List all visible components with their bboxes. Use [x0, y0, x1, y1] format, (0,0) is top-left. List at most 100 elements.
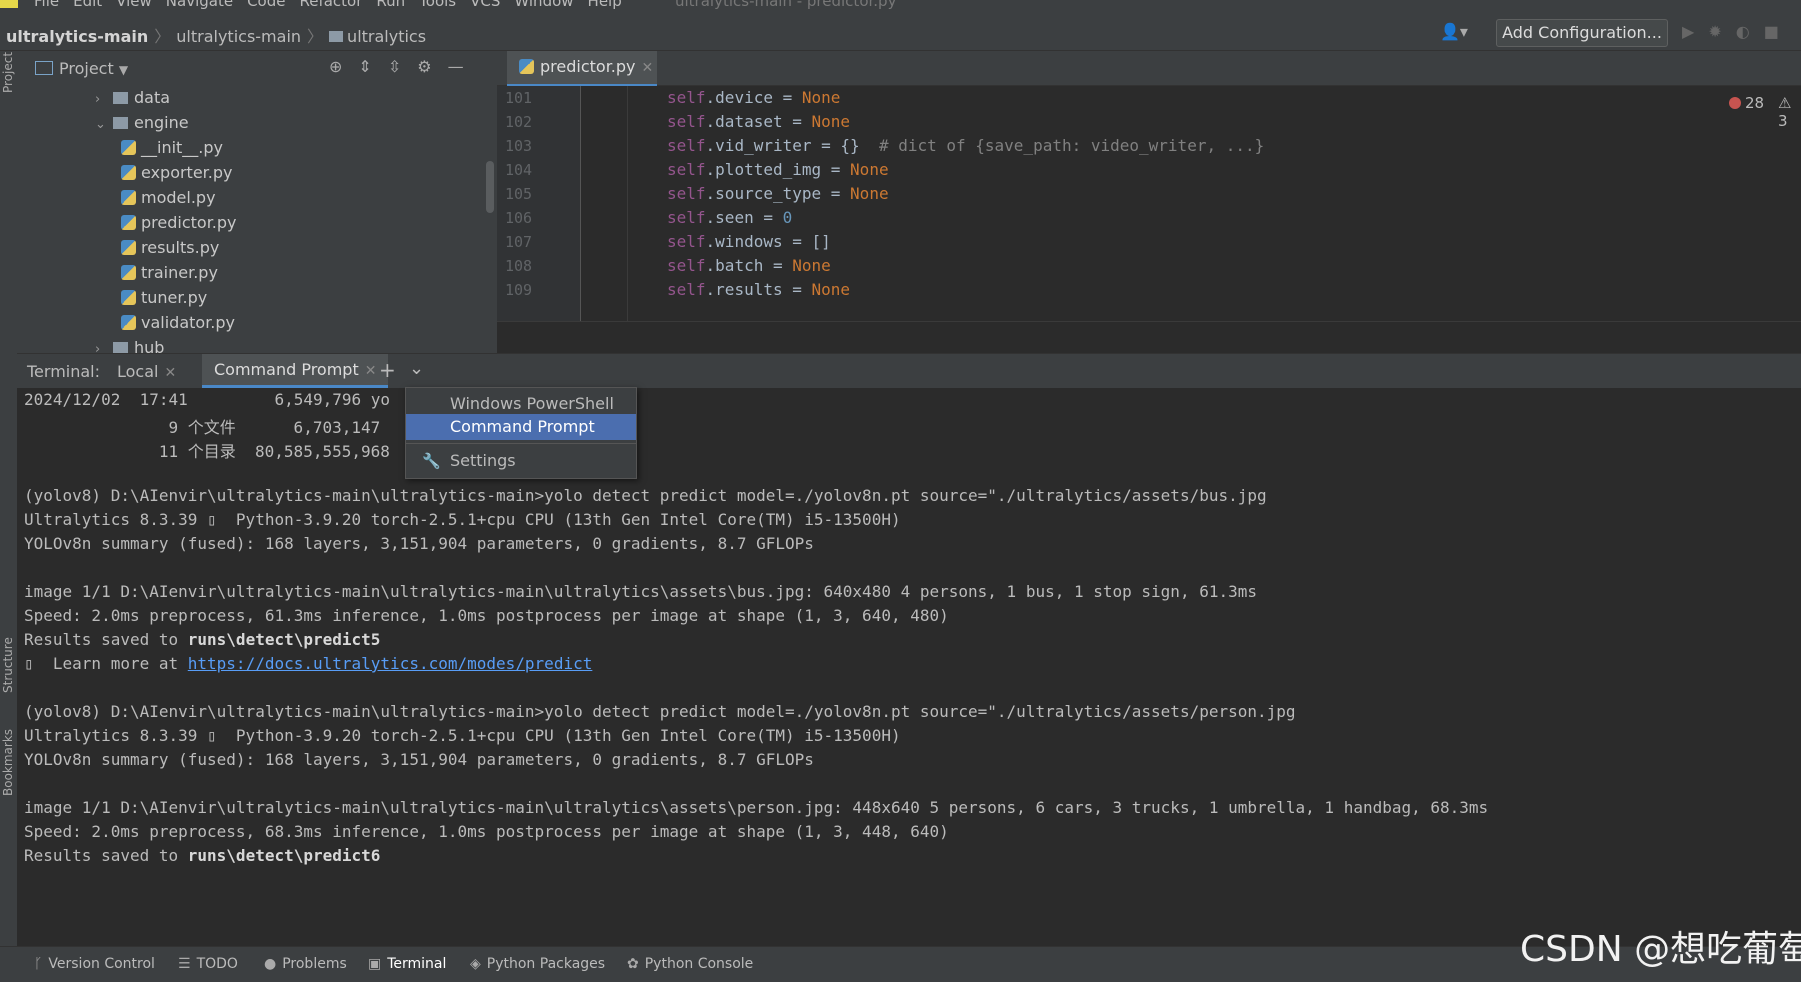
add-configuration-button[interactable]: Add Configuration...: [1496, 19, 1668, 47]
code-attribute: dataset: [715, 112, 783, 131]
close-icon[interactable]: ✕: [642, 60, 654, 76]
code-line: self.vid_writer = {} # dict of {save_pat…: [667, 136, 1265, 155]
new-tab-icon[interactable]: +: [379, 358, 396, 382]
editor-tab-bar: predictor.py ✕: [497, 51, 1801, 87]
terminal-line: Ultralytics 8.3.39 ▯ Python-3.9.20 torch…: [24, 726, 901, 745]
breadcrumb-item[interactable]: ultralytics-main: [176, 27, 301, 46]
terminal-output[interactable]: 2024/12/02 17:41 6,549,796 yo 9 个文件 6,70…: [17, 388, 1801, 946]
close-icon[interactable]: ✕: [164, 365, 176, 381]
code-attribute: windows: [715, 232, 783, 251]
tool-todo[interactable]: ☰ TODO: [178, 956, 238, 972]
menu-item[interactable]: Refactor: [299, 0, 362, 10]
python-file-icon: [121, 140, 136, 155]
code-line: self.plotted_img = None: [667, 160, 889, 179]
option-command-prompt[interactable]: Command Prompt: [406, 414, 636, 440]
tab-local[interactable]: Local ✕: [117, 362, 176, 381]
tool-python-console[interactable]: ✿ Python Console: [627, 956, 753, 972]
stop-icon[interactable]: ■: [1764, 22, 1793, 41]
coverage-icon[interactable]: ◐: [1736, 22, 1764, 41]
line-gutter: 101 102 103 104 105 106 107 108 109: [497, 86, 581, 321]
terminal-line: (yolov8) D:\AIenvir\ultralytics-main\ult…: [24, 486, 1267, 505]
tree-file-item[interactable]: __init__.py: [121, 135, 223, 160]
tree-item-label: validator.py: [141, 313, 236, 332]
code-editor[interactable]: 101 102 103 104 105 106 107 108 109 self.device …: [497, 86, 1801, 321]
chevron-right-icon[interactable]: ›: [95, 87, 113, 112]
code-attribute: results: [715, 280, 783, 299]
tree-folder-item[interactable]: › data: [95, 85, 170, 110]
tree-item-label: engine: [134, 113, 189, 132]
error-count-value: 28: [1745, 94, 1765, 112]
project-title: Project: [59, 59, 114, 78]
terminal-line: 9 个文件 6,703,147: [24, 418, 381, 437]
tree-file-item[interactable]: validator.py: [121, 310, 235, 335]
project-tool-label[interactable]: Project: [1, 52, 15, 93]
terminal-line: Speed: 2.0ms preprocess, 68.3ms inferenc…: [24, 822, 949, 841]
menu-item[interactable]: Window: [514, 0, 573, 10]
chevron-down-icon[interactable]: ⌄: [409, 358, 424, 379]
python-file-icon: [121, 215, 136, 230]
docs-link[interactable]: https://docs.ultralytics.com/modes/predi…: [188, 654, 593, 673]
hide-icon[interactable]: —: [448, 57, 480, 76]
tree-file-item[interactable]: trainer.py: [121, 260, 218, 285]
tree-item-label: trainer.py: [141, 263, 218, 282]
menu-item[interactable]: View: [116, 0, 152, 10]
results-path: runs\detect\predict5: [187, 630, 381, 649]
tree-file-item[interactable]: tuner.py: [121, 285, 207, 310]
tab-predictor-py[interactable]: predictor.py ✕: [507, 51, 657, 87]
menu-item[interactable]: Navigate: [166, 0, 233, 10]
menu-item[interactable]: File: [34, 0, 59, 10]
menu-item[interactable]: Tools: [419, 0, 456, 10]
chevron-down-icon[interactable]: ⌄: [95, 112, 113, 137]
project-dropdown[interactable]: Project ▼: [35, 59, 128, 78]
line-number: 104: [505, 161, 533, 179]
terminal-text: Results saved to: [24, 846, 188, 865]
tool-terminal[interactable]: ▣ Terminal: [368, 956, 446, 972]
code-value: {}: [840, 136, 860, 155]
expand-all-icon[interactable]: ⇕: [358, 57, 387, 76]
code-token-self: self: [667, 256, 706, 275]
line-number: 105: [505, 185, 533, 203]
code-attribute: vid_writer: [715, 136, 812, 155]
gear-icon[interactable]: ⚙: [417, 57, 447, 76]
menu-item[interactable]: Code: [247, 0, 285, 10]
menu-item[interactable]: VCS: [470, 0, 500, 10]
tree-folder-item[interactable]: ⌄ engine: [95, 110, 189, 135]
close-icon[interactable]: ✕: [365, 363, 377, 379]
line-number: 109: [505, 281, 533, 299]
tab-command-prompt[interactable]: Command Prompt ✕: [202, 354, 389, 388]
project-tools: ⊕⇕⇳⚙—: [329, 57, 480, 76]
tree-file-item[interactable]: model.py: [121, 185, 216, 210]
tree-file-item[interactable]: predictor.py: [121, 210, 237, 235]
tree-file-item[interactable]: results.py: [121, 235, 219, 260]
error-count[interactable]: 28: [1729, 94, 1764, 112]
menu-item[interactable]: Run: [376, 0, 405, 10]
code-value: None: [811, 112, 851, 131]
debug-icon[interactable]: ✹: [1708, 22, 1735, 41]
tree-item-label: __init__.py: [141, 138, 224, 157]
folder-icon: [329, 31, 344, 42]
option-label: Settings: [450, 451, 516, 470]
terminal-line: YOLOv8n summary (fused): 168 layers, 3,1…: [24, 750, 814, 769]
collapse-all-icon[interactable]: ⇳: [388, 57, 417, 76]
tool-version-control[interactable]: ᚴ Version Control: [34, 956, 155, 972]
tool-problems[interactable]: ● Problems: [264, 956, 347, 972]
menu-item[interactable]: Help: [588, 0, 622, 10]
structure-tool-label[interactable]: Structure: [1, 637, 15, 693]
tool-python-packages[interactable]: ◈ Python Packages: [470, 956, 605, 972]
breadcrumb-item[interactable]: ultralytics: [347, 27, 426, 46]
option-settings[interactable]: 🔧 Settings: [406, 448, 636, 474]
bookmarks-tool-label[interactable]: Bookmarks: [1, 729, 15, 796]
warning-count[interactable]: ⚠ 3: [1778, 94, 1801, 130]
tree-file-item[interactable]: exporter.py: [121, 160, 233, 185]
breadcrumb-project[interactable]: ultralytics-main: [6, 27, 148, 46]
line-number: 106: [505, 209, 533, 227]
run-icon[interactable]: ▶: [1682, 22, 1708, 41]
user-icon[interactable]: 👤▾: [1440, 22, 1468, 41]
navigation-bar: ultralytics-main 〉 ultralytics-main 〉 ultral…: [0, 14, 1801, 51]
code-comment: # dict of {save_path: video_writer, ...}: [878, 136, 1265, 155]
layers-icon: ◈: [470, 956, 481, 972]
tab-label: Local: [117, 362, 159, 381]
menu-item[interactable]: Edit: [73, 0, 102, 10]
project-scrollbar[interactable]: [486, 161, 494, 213]
locate-icon[interactable]: ⊕: [329, 57, 358, 76]
